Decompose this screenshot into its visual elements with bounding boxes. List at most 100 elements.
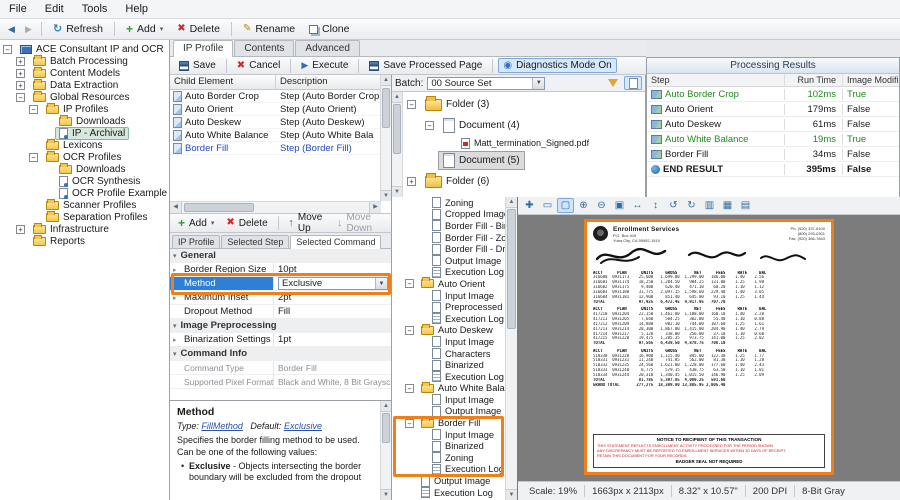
- menu-help[interactable]: Help: [116, 1, 157, 17]
- property-section-image-preprocessing[interactable]: ▾Image Preprocessing: [170, 319, 391, 333]
- tree-item-separation-profiles[interactable]: Separation Profiles: [0, 211, 169, 223]
- scrollbar-thumb[interactable]: [507, 209, 516, 329]
- scrollbar-thumb[interactable]: [382, 88, 390, 128]
- tree-item-downloads[interactable]: Downloads: [0, 163, 169, 175]
- tree-item-ip-profiles[interactable]: −IP Profiles: [0, 103, 169, 115]
- property-value[interactable]: 10pt: [274, 263, 391, 276]
- batch-item-document-5[interactable]: Document (5): [405, 150, 645, 171]
- tree-item-batch-processing[interactable]: +Batch Processing: [0, 55, 169, 67]
- help-scrollbar[interactable]: ▲ ▼: [380, 401, 391, 500]
- tree-item-border-fill[interactable]: −Border Fill: [392, 417, 505, 429]
- tree-item-content-models[interactable]: +Content Models: [0, 67, 169, 79]
- results-row-auto-white-balance[interactable]: Auto White Balance19msTrue: [647, 132, 899, 147]
- collapse-icon[interactable]: −: [405, 326, 414, 335]
- batch-scrollbar[interactable]: ▲ ▼: [392, 92, 403, 197]
- collapse-icon[interactable]: −: [3, 45, 12, 54]
- expand-icon[interactable]: +: [407, 177, 416, 186]
- tree-item-auto-deskew[interactable]: −Auto Deskew: [392, 325, 505, 337]
- property-value[interactable]: Exclusive▼: [274, 277, 391, 290]
- tree-item-characters[interactable]: Characters: [392, 348, 505, 360]
- expand-icon[interactable]: +: [16, 81, 25, 90]
- collapse-icon[interactable]: −: [425, 121, 434, 130]
- batch-item-matt-termination-signed-pdf[interactable]: Matt_termination_Signed.pdf: [405, 136, 645, 150]
- execute-button[interactable]: ▶Execute: [296, 58, 353, 73]
- property-value[interactable]: 1pt: [274, 333, 391, 346]
- property-row-method[interactable]: MethodExclusive▼: [170, 277, 391, 291]
- property-row-maximum-inset[interactable]: ▸Maximum Inset2pt: [170, 291, 391, 305]
- diagnostics-mode-on-button[interactable]: ◉Diagnostics Mode On: [498, 58, 616, 73]
- tree-item-border-fill-binarized[interactable]: Border Fill - Binarized: [392, 220, 505, 232]
- tree-item-ocr-profile-example[interactable]: OCR Profile Example: [0, 187, 169, 199]
- property-row-border-region-size[interactable]: ▸Border Region Size10pt: [170, 263, 391, 277]
- tab-advanced[interactable]: Advanced: [295, 40, 359, 56]
- property-section-general[interactable]: ▾General: [170, 249, 391, 263]
- property-value[interactable]: Border Fill: [274, 361, 391, 374]
- expand-icon[interactable]: +: [16, 57, 25, 66]
- tab-contents[interactable]: Contents: [234, 40, 294, 56]
- clone-button[interactable]: Clone: [303, 21, 355, 37]
- menu-file[interactable]: File: [0, 1, 36, 17]
- tab-ip-profile[interactable]: IP Profile: [172, 235, 220, 248]
- tree-item-output-image[interactable]: Output Image: [392, 255, 505, 267]
- child-row-auto-border-crop[interactable]: Auto Border CropStep (Auto Border Crop: [170, 90, 391, 103]
- tree-item-ace-consultant-ip-and-ocr[interactable]: −ACE Consultant IP and OCR: [0, 43, 169, 55]
- property-value[interactable]: Black and White, 8 Bit Grayscale: [274, 375, 391, 388]
- tree-item-global-resources[interactable]: −Global Resources: [0, 91, 169, 103]
- results-row-border-fill[interactable]: Border Fill34msFalse: [647, 147, 899, 162]
- collapse-icon[interactable]: −: [405, 419, 414, 428]
- save-processed-page-button[interactable]: Save Processed Page: [364, 58, 487, 73]
- tree-item-ip-archival[interactable]: IP - Archival: [0, 127, 169, 139]
- view-page-button[interactable]: [624, 76, 642, 90]
- add-button[interactable]: +Add▾: [120, 21, 169, 37]
- tree-item-zoning[interactable]: Zoning: [392, 452, 505, 464]
- tree-item-output-image[interactable]: Output Image: [392, 475, 505, 487]
- tree-item-execution-log[interactable]: Execution Log: [392, 313, 505, 325]
- results-row-auto-deskew[interactable]: Auto Deskew61msFalse: [647, 117, 899, 132]
- child-row-auto-deskew[interactable]: Auto DeskewStep (Auto Deskew): [170, 116, 391, 129]
- expand-icon[interactable]: +: [16, 69, 25, 78]
- tree-item-reports[interactable]: Reports: [0, 235, 169, 247]
- tree-item-execution-log[interactable]: Execution Log: [392, 371, 505, 383]
- expand-icon[interactable]: +: [16, 225, 25, 234]
- results-column-run-time[interactable]: Run Time: [785, 74, 843, 86]
- combo-arrow-icon[interactable]: ▼: [375, 278, 387, 289]
- scroll-down-icon[interactable]: ▼: [392, 186, 402, 197]
- tab-ip-profile[interactable]: IP Profile: [173, 40, 233, 57]
- column-header-child-element[interactable]: Child Element: [170, 75, 276, 89]
- scroll-up-icon[interactable]: ▲: [506, 197, 517, 208]
- tree-item-execution-log[interactable]: Execution Log: [392, 267, 505, 279]
- pipeline-scrollbar[interactable]: ▲ ▼: [505, 197, 517, 500]
- scroll-up-icon[interactable]: ▲: [381, 75, 391, 86]
- rotate-left-icon[interactable]: ↺: [665, 198, 682, 213]
- fit-height-icon[interactable]: ↕: [647, 198, 664, 213]
- results-row-auto-orient[interactable]: Auto Orient179msFalse: [647, 102, 899, 117]
- tree-item-binarized[interactable]: Binarized: [392, 440, 505, 452]
- fit-width-icon[interactable]: ↔: [629, 198, 646, 213]
- column-header-description[interactable]: Description: [276, 75, 391, 89]
- tree-item-input-image[interactable]: Input Image: [392, 290, 505, 302]
- tree-item-lexicons[interactable]: Lexicons: [0, 139, 169, 151]
- save-image-icon[interactable]: ▦: [719, 198, 736, 213]
- tree-item-infrastructure[interactable]: +Infrastructure: [0, 223, 169, 235]
- property-section-command-info[interactable]: ▾Command Info: [170, 347, 391, 361]
- tab-selected-command[interactable]: Selected Command: [290, 235, 381, 249]
- tree-item-input-image[interactable]: Input Image: [392, 336, 505, 348]
- combo-arrow-icon[interactable]: ▼: [532, 78, 544, 89]
- tree-item-execution-log[interactable]: Execution Log: [392, 464, 505, 476]
- tree-item-border-fill-dropout[interactable]: Border Fill - Dropout: [392, 243, 505, 255]
- collapse-icon[interactable]: −: [29, 105, 38, 114]
- copy-icon[interactable]: ▥: [701, 198, 718, 213]
- child-row-border-fill[interactable]: Border FillStep (Border Fill): [170, 142, 391, 155]
- print-icon[interactable]: ▤: [737, 198, 754, 213]
- help-default-link[interactable]: Exclusive: [284, 421, 322, 431]
- refresh-button[interactable]: ↻Refresh: [47, 21, 109, 37]
- scrollbar-thumb[interactable]: [382, 413, 390, 443]
- batch-select[interactable]: 00 Source Set ▼: [427, 77, 545, 90]
- tree-item-data-extraction[interactable]: +Data Extraction: [0, 79, 169, 91]
- tree-item-cropped-image[interactable]: Cropped Image: [392, 209, 505, 221]
- child-row-auto-orient[interactable]: Auto OrientStep (Auto Orient): [170, 103, 391, 116]
- tree-item-auto-orient[interactable]: −Auto Orient: [392, 278, 505, 290]
- tree-item-downloads[interactable]: Downloads: [0, 115, 169, 127]
- scrollbar-thumb[interactable]: [393, 104, 401, 154]
- viewer-canvas[interactable]: Enrollment Services P.O. Box 419 Yuba Ci…: [518, 215, 900, 481]
